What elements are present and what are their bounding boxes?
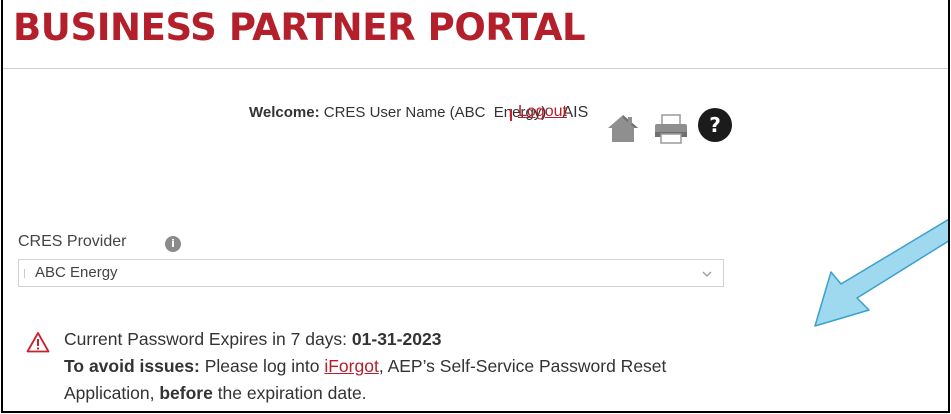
select-tick [24, 269, 25, 278]
chevron-down-icon [702, 271, 712, 277]
logout-link[interactable]: Logout [518, 103, 567, 121]
portal-frame: BUSINESS PARTNER PORTAL Welcome: CRES Us… [1, 0, 950, 413]
header-divider [3, 68, 948, 69]
home-icon[interactable] [606, 113, 640, 143]
cres-provider-label: CRES Provider [18, 233, 127, 250]
avoid-issues-label: To avoid issues: [64, 356, 200, 376]
cres-provider-value: ABC Energy [35, 264, 118, 281]
avoid-issues-text: Please log into [199, 356, 325, 376]
expiration-end: the expiration date. [212, 383, 367, 403]
expiration-line: Application, before the expiration date. [64, 383, 367, 404]
info-icon[interactable]: i [165, 236, 181, 252]
iforgot-link[interactable]: iForgot [324, 356, 378, 376]
expiry-date: 01-31-2023 [351, 329, 442, 349]
avoid-issues-rest: , AEP’s Self-Service Password Reset [378, 356, 667, 376]
expiration-start: Application, [64, 383, 160, 403]
callout-arrow-icon [814, 218, 948, 327]
logout-separator [510, 109, 512, 121]
help-icon[interactable]: ? [698, 108, 732, 142]
expiration-before: before [159, 383, 213, 403]
page-title: BUSINESS PARTNER PORTAL [13, 6, 586, 49]
cres-provider-select[interactable]: ABC Energy [18, 259, 724, 287]
print-icon[interactable] [653, 114, 689, 144]
expiry-text: Current Password Expires in 7 days: [64, 329, 352, 349]
welcome-label: Welcome: [249, 104, 320, 121]
avoid-issues-line: To avoid issues: Please log into iForgot… [64, 356, 666, 377]
warning-icon [26, 332, 50, 353]
user-name: CRES User Name (ABC Energy) [323, 104, 547, 121]
password-expiry-line: Current Password Expires in 7 days: 01-3… [64, 329, 441, 350]
